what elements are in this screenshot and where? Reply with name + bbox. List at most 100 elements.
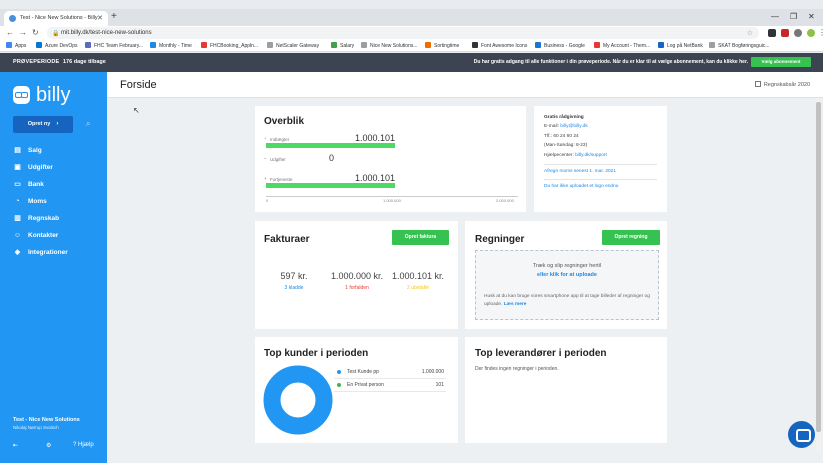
puzzle-icon[interactable] (794, 29, 802, 37)
legend-dot-icon (337, 370, 341, 374)
bill-dropzone[interactable]: Træk og slip regninger hertil eller klik… (475, 250, 659, 320)
help-link[interactable]: ? Hjælp (73, 442, 94, 448)
bookmark-item[interactable]: SKAT Bogføringsguic... (709, 42, 770, 50)
read-more-link[interactable]: Læs mere (504, 302, 527, 307)
advice-email: E-mail: billy@billy.dk (544, 124, 588, 129)
invoice-stat-drafts[interactable]: 597 kr. 3 kladde (259, 271, 329, 291)
bookmark-item[interactable]: FHCBooking_Appln... (201, 42, 258, 50)
bookmark-item[interactable]: NetScaler Gateway (267, 42, 319, 50)
trial-banner: PRØVEPERIODE 176 dage tilbage Du har gra… (0, 53, 823, 72)
plus-icon: + (264, 136, 267, 141)
bookmark-item[interactable]: Business - Google (535, 42, 585, 50)
helpcenter-label: Hjælpecenter: (544, 153, 574, 158)
page-scrollbar[interactable] (816, 98, 821, 453)
create-new-button[interactable]: Opret ny › (13, 116, 73, 133)
overview-axis (266, 196, 518, 197)
billy-favicon-icon (9, 15, 16, 22)
chat-icon[interactable] (788, 421, 815, 448)
company-name: Test - Nice New Solutions (13, 417, 80, 423)
bookmark-item[interactable]: Monthly - Time (150, 42, 192, 50)
mouse-cursor-icon: ↖ (133, 106, 140, 115)
sidebar-item-moms[interactable]: ◔ Moms (13, 197, 46, 206)
help-label: Hjælp (78, 442, 94, 448)
sidebar-item-salg[interactable]: ▤ Salg (13, 146, 42, 155)
bookmark-item[interactable]: Nice New Solutions... (361, 42, 418, 50)
settings-icon[interactable]: ⚙ (46, 442, 51, 449)
bookmark-item[interactable]: Sortingtime (425, 42, 459, 50)
sidebar: billy Opret ny › ⌕ ▤ Salg ▣ Udgifter ▭ Bank … (0, 72, 107, 463)
bookmark-item[interactable]: Apps (6, 42, 26, 50)
reload-icon[interactable]: ↻ (32, 28, 39, 38)
bookmark-label: Log på NetBank (667, 43, 703, 49)
browser-tab[interactable]: Test - Nice New Solutions - Billy ✕ (4, 11, 108, 26)
create-new-label: Opret ny (27, 121, 51, 127)
logout-icon[interactable]: ⇤ (13, 442, 18, 449)
tab-title: Test - Nice New Solutions - Billy (20, 15, 98, 21)
invoice-stat-overdue[interactable]: 1.000.000 kr. 1 forfalden (322, 271, 392, 291)
choose-plan-button[interactable]: Vælg abonnement (751, 57, 811, 67)
bookmark-star-icon[interactable]: ☆ (747, 29, 753, 37)
help-icon: ? (73, 442, 77, 448)
sidebar-item-udgifter[interactable]: ▣ Udgifter (13, 163, 53, 172)
days-left: 176 dage tilbage (63, 59, 106, 65)
bookmark-item[interactable]: My Account - Them... (594, 42, 650, 50)
forward-icon[interactable]: → (19, 28, 27, 38)
minus-icon: – (264, 156, 267, 161)
bookmark-item[interactable]: Salary (331, 42, 354, 50)
create-bill-button[interactable]: Opret regning (602, 230, 660, 245)
browser-toolbar: ← → ↻ 🔒 mit.billy.dk/test-nice-new-solut… (0, 26, 823, 40)
sidebar-item-regnskab[interactable]: ▥ Regnskab (13, 214, 59, 223)
extension-icon[interactable] (768, 29, 776, 37)
bookmark-label: Apps (15, 43, 27, 49)
scrollbar-thumb[interactable] (816, 102, 821, 432)
helpcenter-link[interactable]: billy.dk/support (575, 153, 607, 158)
new-tab-icon[interactable]: + (111, 12, 117, 22)
calendar-icon (754, 81, 761, 87)
address-bar[interactable]: 🔒 mit.billy.dk/test-nice-new-solutions ☆ (47, 27, 759, 39)
pdf-extension-icon[interactable] (781, 29, 789, 37)
overview-row-label: Indtægter (270, 137, 290, 142)
bookmark-favicon-icon (361, 42, 367, 48)
trial-message[interactable]: Du har gratis adgang til alle funktioner… (474, 59, 748, 65)
create-invoice-button[interactable]: Opret faktura (392, 230, 449, 245)
search-icon[interactable]: ⌕ (86, 119, 90, 129)
bookmark-label: FHC Team February... (94, 43, 143, 49)
profile-avatar[interactable] (807, 29, 815, 37)
invoice-stat-unpaid[interactable]: 1.000.101 kr. 2 ubetalte (383, 271, 453, 291)
accounting-icon: ▥ (14, 215, 21, 222)
back-icon[interactable]: ← (6, 28, 14, 38)
invoice-stat-label: 3 kladde (284, 285, 304, 291)
maximize-icon[interactable]: ❐ (790, 12, 797, 21)
company-switcher[interactable]: Test - Nice New Solutions Nikolaj Nørrup… (13, 417, 80, 430)
bookmark-favicon-icon (658, 42, 664, 48)
advice-helpcenter: Hjælpecenter: billy.dk/support (544, 153, 607, 158)
logo-text[interactable]: billy (36, 84, 70, 107)
invoices-title: Fakturaer (264, 234, 310, 245)
minimize-icon[interactable]: — (771, 12, 779, 21)
billy-logo-icon[interactable] (13, 86, 30, 104)
vat-deadline-link[interactable]: Afregn moms senest 1. mar. 2021 (544, 169, 616, 174)
contacts-icon: ☺ (13, 232, 22, 239)
lock-icon: 🔒 (52, 31, 60, 37)
logo-notice-link[interactable]: Du har ikke uploadet et logo endnu (544, 184, 618, 189)
bookmark-item[interactable]: Azure DevOps (36, 42, 78, 50)
close-window-icon[interactable]: ✕ (808, 12, 815, 21)
advice-panel: Gratis rådgivning E-mail: billy@billy.dk… (534, 106, 667, 212)
sidebar-item-bank[interactable]: ▭ Bank (13, 180, 44, 189)
fiscal-year-selector[interactable]: Regnskabsår 2020 (754, 81, 810, 88)
plus-icon: + (264, 176, 267, 181)
menu-icon[interactable]: ⋮ (818, 28, 823, 38)
advice-hours: (Man-Søndag: 8-23) (544, 143, 588, 148)
bookmark-item[interactable]: Font Awesome Icons (472, 42, 527, 50)
bookmark-favicon-icon (36, 42, 42, 48)
bookmark-label: My Account - Them... (603, 43, 651, 49)
upload-link[interactable]: eller klik for at uploade (476, 272, 658, 278)
bookmark-label: Azure DevOps (45, 43, 78, 49)
sidebar-item-integrationer[interactable]: ◈ Integrationer (13, 248, 68, 257)
bookmark-item[interactable]: FHC Team February... (85, 42, 143, 50)
email-link[interactable]: billy@billy.dk (560, 124, 587, 129)
sidebar-item-label: Bank (28, 181, 44, 188)
bookmark-item[interactable]: Log på NetBank (658, 42, 703, 50)
close-tab-icon[interactable]: ✕ (97, 14, 103, 22)
sidebar-item-kontakter[interactable]: ☺ Kontakter (13, 231, 58, 240)
